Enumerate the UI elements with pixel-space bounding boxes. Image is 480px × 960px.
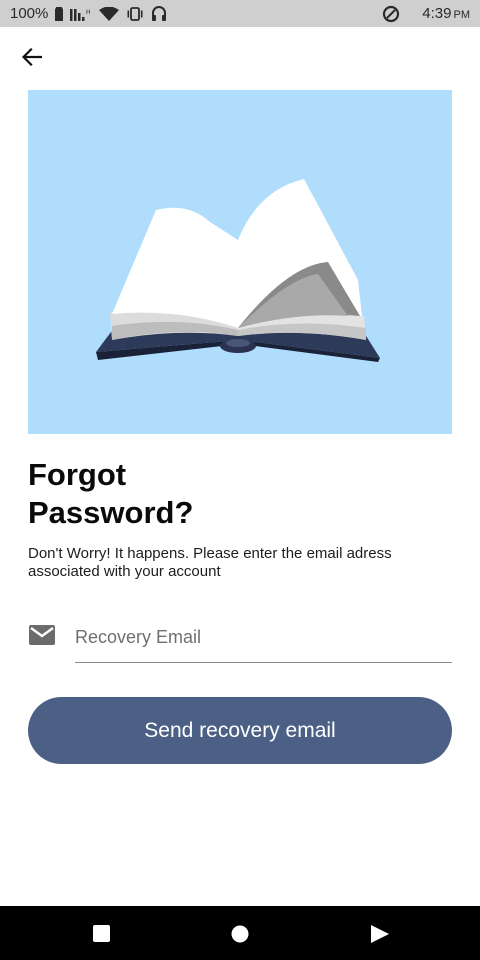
recovery-email-input[interactable] [75, 610, 452, 662]
clock-time: 4:39 [422, 5, 452, 22]
signal-icon: H [70, 7, 92, 21]
send-recovery-email-button[interactable]: Send recovery email [28, 697, 452, 764]
email-underline [75, 662, 452, 663]
title-line-2: Password? [28, 495, 194, 530]
battery-icon [55, 6, 64, 21]
page-subtitle: Don't Worry! It happens. Please enter th… [28, 545, 448, 581]
data-saver-icon [382, 5, 400, 23]
home-circle-icon[interactable] [230, 924, 250, 944]
subtitle-line-1: Don't Worry! It happens. Please enter th… [28, 545, 392, 562]
headphones-icon [151, 6, 167, 21]
svg-text:H: H [86, 9, 91, 16]
open-book-illustration [96, 179, 380, 362]
app-bar [0, 27, 480, 87]
mail-icon [28, 623, 56, 652]
status-bar: 100% H 4:39 PM [0, 0, 480, 27]
recovery-email-field [28, 610, 452, 664]
wifi-icon [99, 6, 120, 21]
title-line-1: Forgot [28, 457, 127, 492]
subtitle-line-2: associated with your account [28, 563, 221, 580]
status-bar-left: 100% H [10, 5, 167, 22]
hero-image [28, 90, 452, 434]
battery-percent: 100% [10, 5, 49, 22]
recents-square-icon[interactable] [92, 924, 112, 944]
arrow-back-icon [21, 47, 43, 71]
back-button[interactable] [12, 41, 52, 77]
back-triangle-icon[interactable] [370, 924, 390, 944]
vibrate-icon [126, 6, 144, 21]
clock-ampm: PM [453, 9, 471, 21]
system-nav-bar [0, 906, 480, 960]
page-title: Forgot Password? [28, 456, 328, 532]
status-bar-right: 4:39 PM [382, 5, 470, 23]
